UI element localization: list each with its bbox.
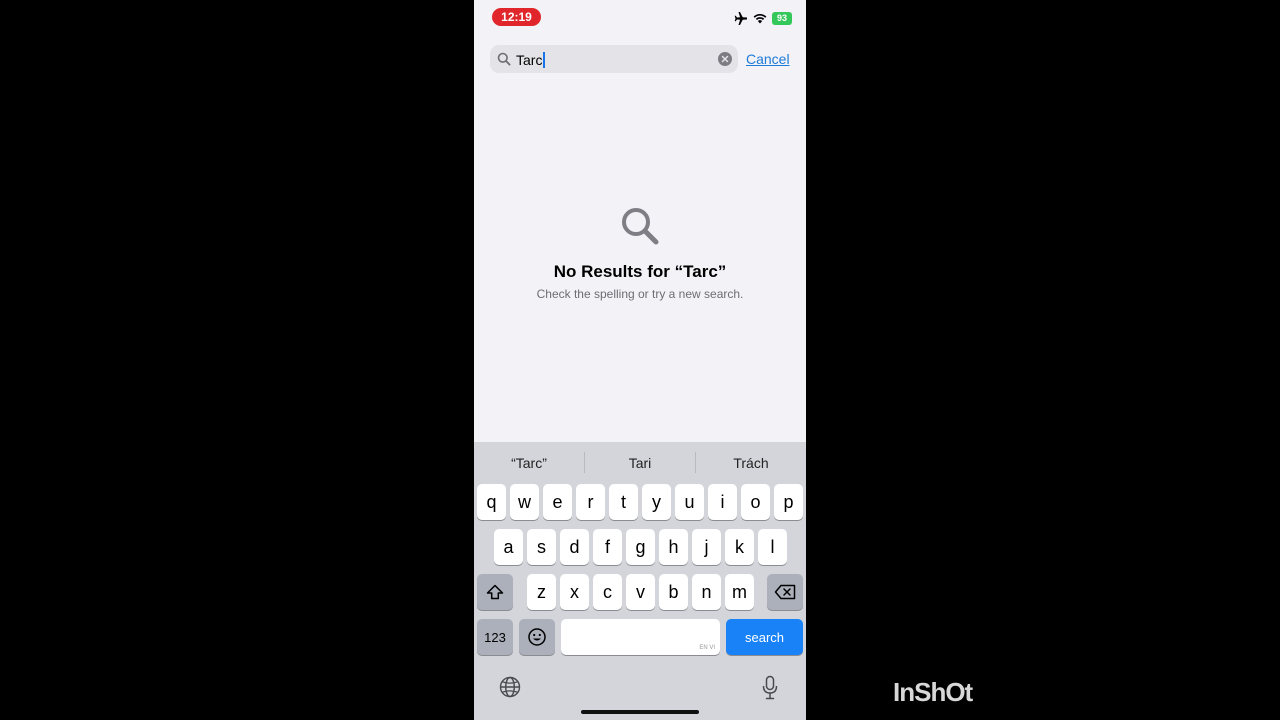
- text-cursor: [543, 52, 546, 68]
- emoji-icon: [528, 628, 546, 646]
- key-t[interactable]: t: [609, 484, 638, 520]
- key-x[interactable]: x: [560, 574, 589, 610]
- key-o[interactable]: o: [741, 484, 770, 520]
- globe-icon[interactable]: [499, 676, 521, 703]
- space-language-label: EN VI: [699, 645, 715, 651]
- airplane-icon: [734, 11, 748, 25]
- keyboard: “Tarc” Tari Trách q w e r t y u i o p a …: [474, 442, 806, 720]
- key-j[interactable]: j: [692, 529, 721, 565]
- phone-screen: 12:19 93 Tarc Cancel No Results for “Tar…: [474, 0, 806, 720]
- no-results-title: No Results for “Tarc”: [553, 262, 727, 281]
- close-icon: [721, 55, 729, 63]
- microphone-icon[interactable]: [761, 675, 779, 706]
- key-r[interactable]: r: [576, 484, 605, 520]
- clear-search-button[interactable]: [718, 52, 732, 66]
- suggestion-3[interactable]: Trách: [696, 455, 806, 471]
- key-q[interactable]: q: [477, 484, 506, 520]
- large-search-icon: [620, 206, 660, 251]
- status-time: 12:19: [492, 8, 541, 26]
- key-i[interactable]: i: [708, 484, 737, 520]
- home-indicator[interactable]: [581, 710, 699, 714]
- key-u[interactable]: u: [675, 484, 704, 520]
- search-icon: [497, 52, 511, 71]
- search-key[interactable]: search: [726, 619, 803, 655]
- shift-icon: [486, 584, 504, 600]
- search-input-text: Tarc: [516, 52, 546, 68]
- no-results-subtitle: Check the spelling or try a new search.: [536, 287, 744, 301]
- status-icons: 93: [734, 11, 792, 25]
- key-w[interactable]: w: [510, 484, 539, 520]
- key-p[interactable]: p: [774, 484, 803, 520]
- suggestion-2[interactable]: Tari: [585, 455, 695, 471]
- key-n[interactable]: n: [692, 574, 721, 610]
- key-s[interactable]: s: [527, 529, 556, 565]
- backspace-icon: [774, 584, 796, 600]
- search-value: Tarc: [516, 52, 543, 68]
- search-input[interactable]: Tarc: [490, 45, 738, 73]
- key-l[interactable]: l: [758, 529, 787, 565]
- shift-key[interactable]: [477, 574, 513, 610]
- wifi-icon: [753, 13, 767, 24]
- suggestion-1[interactable]: “Tarc”: [474, 455, 584, 471]
- key-d[interactable]: d: [560, 529, 589, 565]
- key-c[interactable]: c: [593, 574, 622, 610]
- emoji-key[interactable]: [519, 619, 555, 655]
- key-k[interactable]: k: [725, 529, 754, 565]
- key-z[interactable]: z: [527, 574, 556, 610]
- key-f[interactable]: f: [593, 529, 622, 565]
- key-a[interactable]: a: [494, 529, 523, 565]
- key-m[interactable]: m: [725, 574, 754, 610]
- key-g[interactable]: g: [626, 529, 655, 565]
- key-y[interactable]: y: [642, 484, 671, 520]
- screen: 12:19 93 Tarc Cancel No Results for “Tar…: [0, 0, 1280, 720]
- watermark: InShOt: [893, 677, 973, 707]
- backspace-key[interactable]: [767, 574, 803, 610]
- key-e[interactable]: e: [543, 484, 572, 520]
- battery-icon: 93: [772, 11, 792, 25]
- key-v[interactable]: v: [626, 574, 655, 610]
- key-h[interactable]: h: [659, 529, 688, 565]
- numbers-key[interactable]: 123: [477, 619, 513, 655]
- cancel-button[interactable]: Cancel: [746, 51, 790, 67]
- key-b[interactable]: b: [659, 574, 688, 610]
- space-key[interactable]: EN VI: [561, 619, 720, 655]
